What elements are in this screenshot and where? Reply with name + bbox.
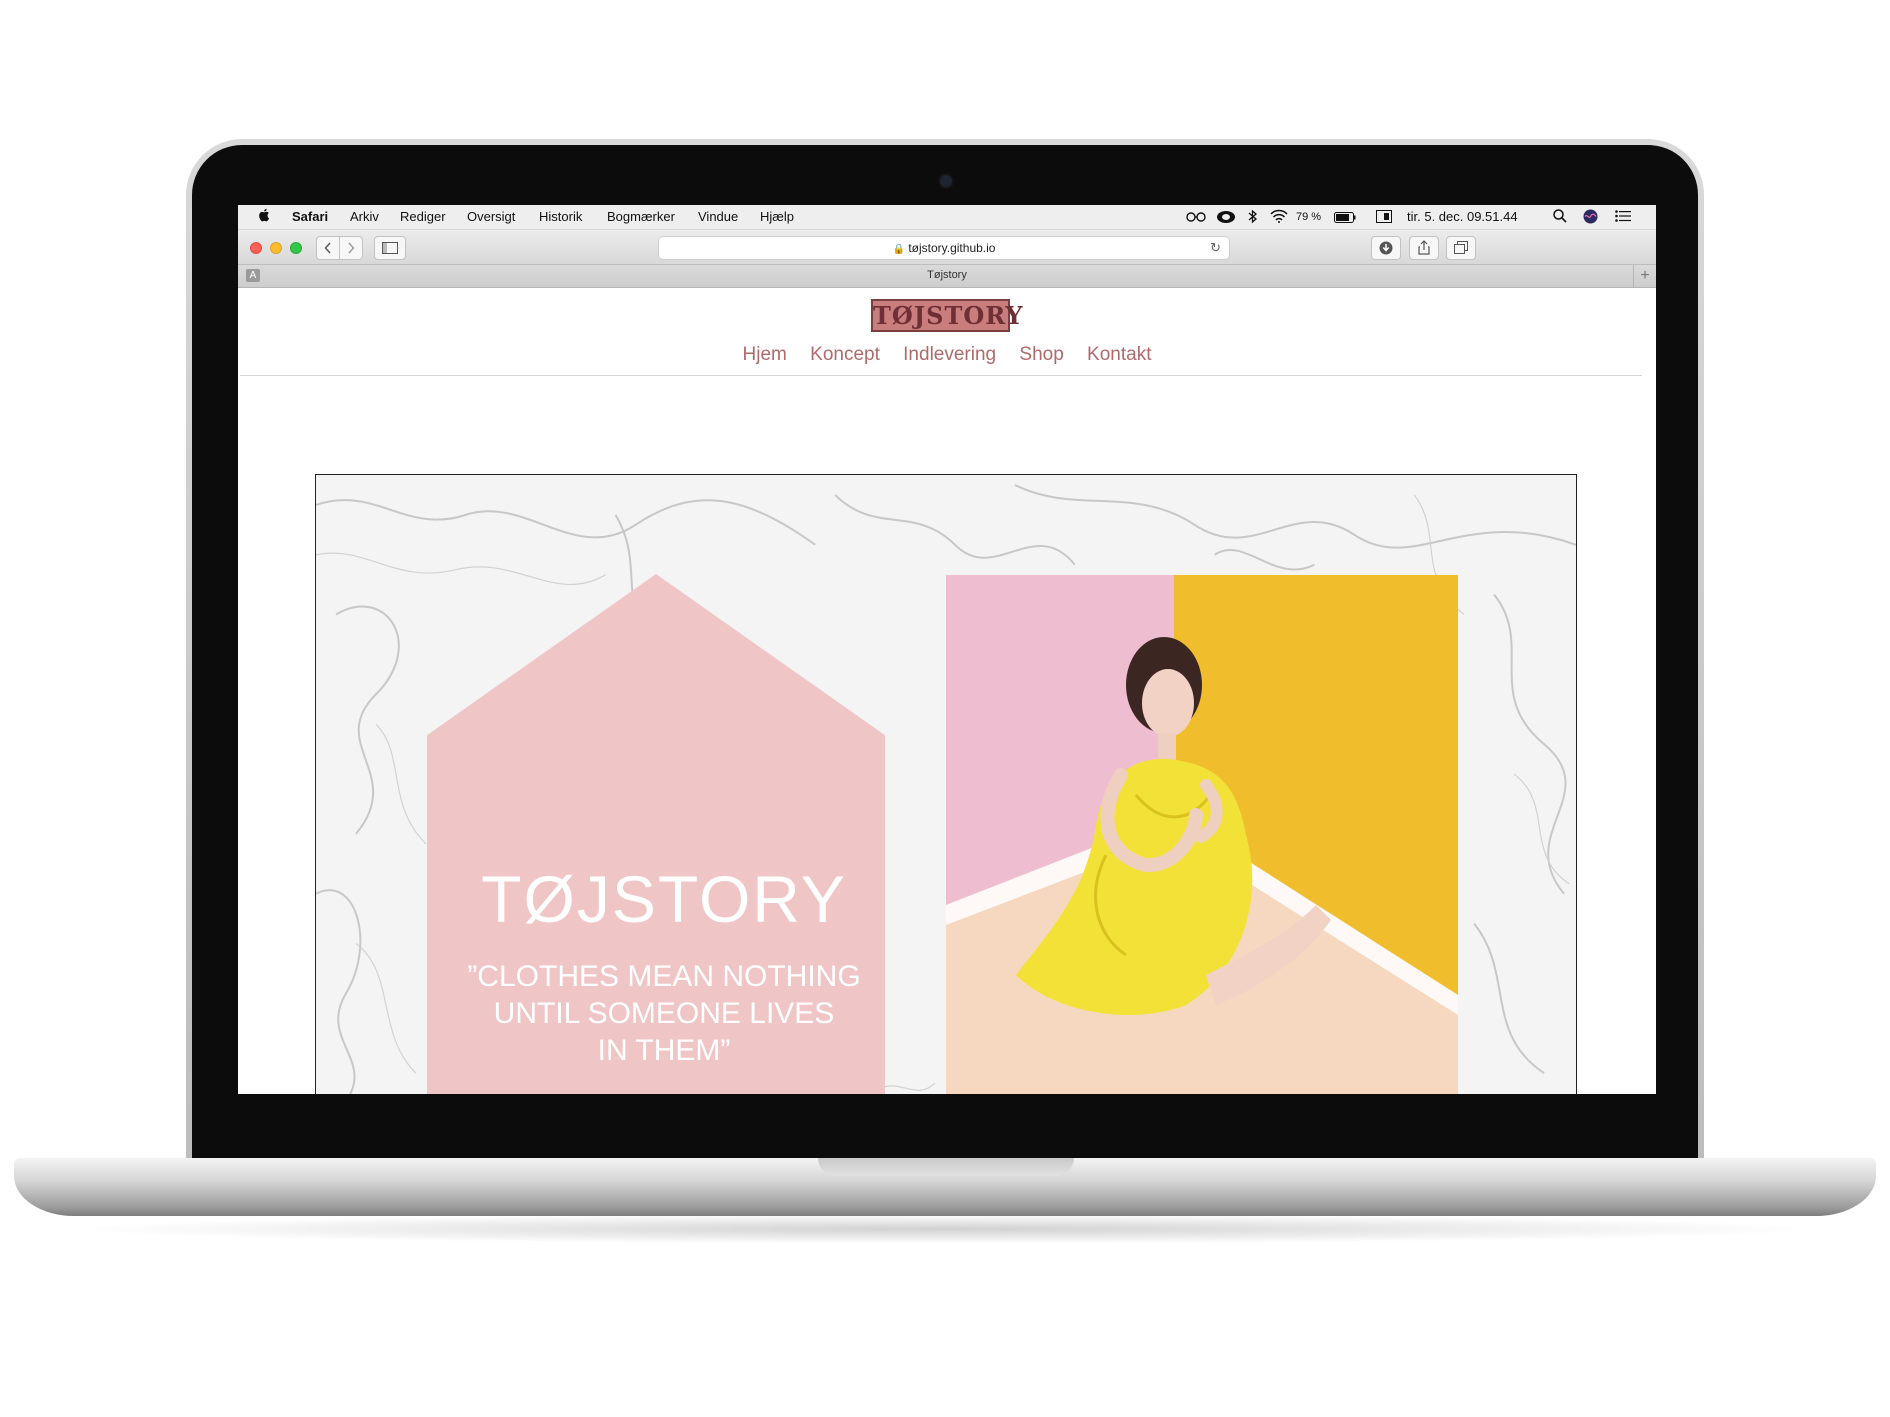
tabs-icon — [1454, 241, 1468, 254]
quote-line-1: ”CLOTHES MEAN NOTHING — [467, 960, 861, 993]
clock[interactable]: tir. 5. dec. 09.51.44 — [1407, 209, 1518, 224]
tab-title[interactable]: Tøjstory — [238, 269, 1656, 281]
menu-arkiv[interactable]: Arkiv — [350, 209, 379, 224]
laptop-notch — [818, 1158, 1074, 1176]
screen: Safari Arkiv Rediger Oversigt Historik B… — [238, 205, 1656, 1094]
siri-icon[interactable] — [1583, 209, 1598, 227]
menu-app-safari[interactable]: Safari — [292, 209, 328, 224]
site-nav: Hjem Koncept Indlevering Shop Kontakt — [238, 344, 1656, 366]
menu-rediger[interactable]: Rediger — [400, 209, 446, 224]
forward-button[interactable] — [339, 236, 363, 260]
battery-icon[interactable] — [1334, 211, 1356, 226]
hero-title: TØJSTORY — [481, 862, 847, 936]
menu-historik[interactable]: Historik — [539, 209, 582, 224]
creative-cloud-icon[interactable] — [1216, 210, 1236, 227]
sidebar-icon — [382, 242, 398, 254]
nav-divider — [240, 375, 1642, 376]
laptop-shadow — [60, 1214, 1830, 1244]
lock-icon: 🔒 — [892, 244, 905, 255]
tabs-overview-button[interactable] — [1446, 236, 1476, 260]
nav-kontakt[interactable]: Kontakt — [1087, 344, 1151, 365]
wifi-icon[interactable] — [1270, 209, 1288, 226]
back-button[interactable] — [316, 236, 340, 260]
nav-hjem[interactable]: Hjem — [743, 344, 787, 365]
quote-line-2: UNTIL SOMEONE LIVES — [493, 997, 835, 1030]
nav-koncept[interactable]: Koncept — [810, 344, 880, 365]
new-tab-icon[interactable]: + — [1633, 265, 1656, 287]
sidebar-button[interactable] — [374, 236, 406, 260]
nav-indlevering[interactable]: Indlevering — [903, 344, 996, 365]
chevron-right-icon — [348, 242, 355, 254]
apple-logo-icon[interactable] — [258, 208, 270, 225]
menu-hjaelp[interactable]: Hjælp — [760, 209, 794, 224]
address-bar[interactable]: 🔒 tøjstory.github.io ↻ — [658, 236, 1230, 260]
site-logo[interactable]: TØJSTORY — [871, 299, 1023, 332]
url-text: tøjstory.github.io — [908, 241, 996, 255]
chevron-left-icon — [324, 242, 331, 254]
close-window-icon[interactable] — [250, 242, 262, 254]
quote-line-3: IN THEM” — [597, 1034, 731, 1067]
reload-icon[interactable]: ↻ — [1210, 237, 1221, 259]
zoom-window-icon[interactable] — [290, 242, 302, 254]
web-page: TØJSTORY Hjem Koncept Indlevering Shop K… — [238, 288, 1656, 1094]
menu-oversigt[interactable]: Oversigt — [467, 209, 515, 224]
menu-bar: Safari Arkiv Rediger Oversigt Historik B… — [238, 205, 1656, 230]
downloads-button[interactable] — [1371, 236, 1401, 260]
menu-vindue[interactable]: Vindue — [698, 209, 738, 224]
battery-percent: 79 % — [1296, 211, 1322, 223]
share-button[interactable] — [1409, 236, 1439, 260]
hero-banner: TØJSTORY ”CLOTHES MEAN NOTHING UNTIL SOM… — [315, 474, 1577, 1094]
minimize-window-icon[interactable] — [270, 242, 282, 254]
model-photo — [946, 575, 1458, 1094]
notification-center-icon[interactable] — [1615, 210, 1631, 225]
safari-toolbar: 🔒 tøjstory.github.io ↻ — [238, 230, 1656, 265]
nav-shop[interactable]: Shop — [1019, 344, 1063, 365]
menu-bogmaerker[interactable]: Bogmærker — [607, 209, 675, 224]
download-icon — [1379, 241, 1393, 255]
bluetooth-icon[interactable] — [1248, 209, 1258, 227]
hero-quote: ”CLOTHES MEAN NOTHING UNTIL SOMEONE LIVE… — [427, 958, 901, 1069]
tab-bar: A Tøjstory + — [238, 265, 1656, 288]
spotlight-search-icon[interactable] — [1553, 209, 1567, 226]
share-icon — [1418, 240, 1430, 255]
glasses-icon[interactable] — [1186, 210, 1206, 225]
display-icon[interactable] — [1376, 210, 1392, 226]
camera-icon — [940, 175, 952, 187]
laptop-chin — [192, 1095, 1698, 1160]
